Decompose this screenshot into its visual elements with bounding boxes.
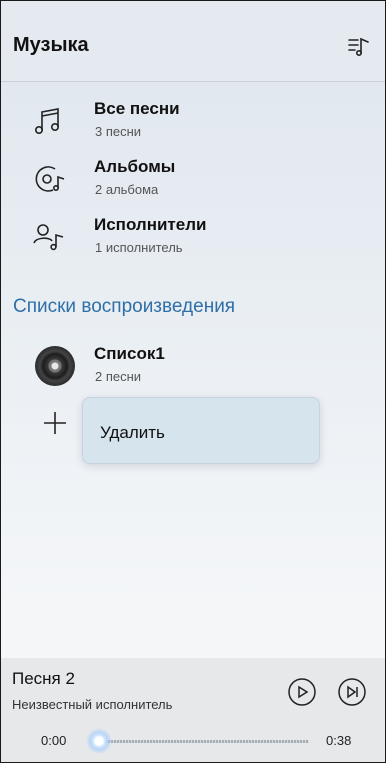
progress-thumb[interactable]: [86, 728, 112, 754]
playlist-item-label: Список1: [94, 344, 165, 363]
page-title: Музыка: [13, 34, 89, 56]
playlist-item-count: 2 песни: [95, 369, 142, 384]
library-item-albums[interactable]: Альбомы 2 альбома: [1, 155, 385, 207]
plus-icon[interactable]: [41, 409, 69, 437]
time-total: 0:38: [326, 733, 352, 748]
play-icon[interactable]: [287, 677, 317, 707]
music-notes-icon: [35, 108, 59, 134]
context-menu: Удалить: [82, 397, 320, 464]
library-item-count: 3 песни: [95, 124, 142, 139]
app-frame: Музыка Все песни 3 песни Альбомы 2 альбо…: [0, 0, 386, 763]
progress-track[interactable]: [99, 740, 309, 743]
library-item-count: 2 альбома: [95, 182, 159, 197]
album-disc-icon: [35, 166, 65, 192]
library-item-label: Исполнители: [94, 215, 207, 234]
library-item-label: Все песни: [94, 99, 180, 118]
mini-player[interactable]: Песня 2 Неизвестный исполнитель 0:00 0:3…: [1, 658, 385, 762]
delete-menu-item[interactable]: Удалить: [100, 423, 165, 443]
playlist-item[interactable]: Список1 2 песни: [1, 342, 385, 394]
playlists-section-title: Списки воспроизведения: [13, 296, 236, 317]
app-header: Музыка: [1, 1, 385, 82]
playlist-disc-icon: [35, 346, 75, 386]
time-current: 0:00: [41, 733, 67, 748]
playlist-music-icon[interactable]: [347, 34, 371, 58]
library-item-label: Альбомы: [94, 157, 176, 176]
now-playing-artist: Неизвестный исполнитель: [12, 697, 173, 712]
now-playing-title: Песня 2: [12, 669, 75, 688]
artist-note-icon: [33, 224, 64, 251]
library-item-all-songs[interactable]: Все песни 3 песни: [1, 97, 385, 149]
library-item-artists[interactable]: Исполнители 1 исполнитель: [1, 213, 385, 265]
library-item-count: 1 исполнитель: [95, 240, 183, 255]
skip-next-icon[interactable]: [337, 677, 367, 707]
